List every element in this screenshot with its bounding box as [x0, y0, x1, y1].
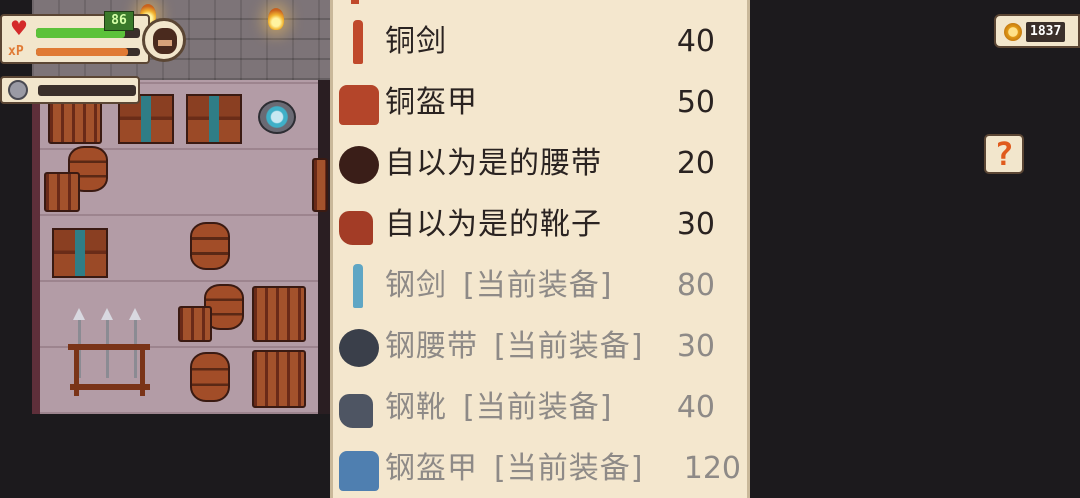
item-price: 40 — [676, 390, 715, 425]
item-price: 30 — [676, 329, 715, 364]
coin-icon — [1004, 23, 1022, 41]
stamina-panel — [0, 76, 140, 104]
steel-belt-icon — [339, 329, 379, 367]
steel-sword-icon — [353, 264, 363, 308]
coin-counter: 1837 — [994, 14, 1080, 48]
item-price: 40 — [676, 24, 715, 59]
chest — [186, 94, 242, 144]
item-name: 钢剑 [当前装备] — [385, 266, 612, 306]
item-name: 自以为是的腰带 — [385, 144, 602, 184]
item-name-text: 铜盔甲 — [385, 85, 478, 120]
right-wall — [318, 80, 330, 414]
item-price: 20 — [676, 146, 715, 181]
item-name: 钢腰带 [当前装备] — [385, 327, 643, 367]
list-top-cutoff — [351, 0, 359, 4]
item-name-text: 铜剑 — [385, 24, 447, 59]
stamina-bar — [38, 85, 136, 96]
item-name: 自以为是的靴子 — [385, 205, 602, 245]
xp-label: xP — [8, 44, 24, 59]
barrel — [190, 222, 230, 270]
equipped-tag: [当前装备] — [494, 451, 644, 486]
shop-item-list[interactable]: 铜剑 40 铜盔甲 50 自以为是的腰带 20 自以为是的靴子 30 钢剑 [当前装备] 80 钢腰带… — [330, 0, 750, 498]
steel-armor-icon — [339, 451, 379, 491]
crate — [44, 172, 80, 212]
copper-armor-icon — [339, 85, 379, 125]
help-button[interactable]: ? — [984, 134, 1024, 174]
item-name: 铜剑 — [385, 22, 447, 62]
shop-row[interactable]: 钢剑 [当前装备] 80 — [333, 258, 747, 316]
coin-count: 1837 — [1026, 22, 1066, 42]
left-wall — [32, 80, 40, 414]
steel-boots-icon — [339, 394, 373, 428]
item-name: 铜盔甲 — [385, 83, 478, 123]
game-scene[interactable]: ♥ xP 86 — [0, 0, 330, 498]
torch-icon — [268, 8, 284, 30]
shop-row[interactable]: 自以为是的腰带 20 — [333, 136, 747, 194]
shop-row[interactable]: 钢腰带 [当前装备] 30 — [333, 319, 747, 377]
barrel — [190, 352, 230, 402]
hp-value: 86 — [104, 11, 134, 31]
hero-face-icon — [153, 28, 177, 54]
item-price: 120 — [683, 451, 741, 486]
item-name-text: 钢腰带 — [385, 329, 478, 364]
shop-row[interactable]: 钢靴 [当前装备] 40 — [333, 380, 747, 438]
crate — [252, 350, 306, 408]
item-price: 80 — [676, 268, 715, 303]
equipped-tag: [当前装备] — [463, 268, 613, 303]
item-name: 钢靴 [当前装备] — [385, 388, 612, 428]
belt-icon — [339, 146, 379, 184]
stamina-icon — [8, 80, 28, 100]
boots-icon — [339, 211, 373, 245]
copper-sword-icon — [353, 20, 363, 64]
item-name-text: 钢盔甲 — [385, 451, 478, 486]
item-price: 30 — [676, 207, 715, 242]
item-name-text: 自以为是的靴子 — [385, 207, 602, 242]
item-name-text: 自以为是的腰带 — [385, 146, 602, 181]
equipped-tag: [当前装备] — [463, 390, 613, 425]
equipped-tag: [当前装备] — [494, 329, 644, 364]
crate — [178, 306, 212, 342]
avatar[interactable] — [142, 18, 186, 62]
heart-icon: ♥ — [10, 16, 28, 40]
crate — [252, 286, 306, 342]
shop-row[interactable]: 铜剑 40 — [333, 14, 747, 72]
item-name-text: 钢靴 — [385, 390, 447, 425]
shop-row[interactable]: 钢盔甲 [当前装备] 120 — [333, 441, 747, 498]
chest — [52, 228, 108, 278]
item-name: 钢盔甲 [当前装备] — [385, 449, 643, 489]
item-name-text: 钢剑 — [385, 268, 447, 303]
xp-bar — [36, 48, 140, 56]
shop-row[interactable]: 自以为是的靴子 30 — [333, 197, 747, 255]
crate — [312, 158, 328, 212]
item-price: 50 — [676, 85, 715, 120]
water-basin — [258, 100, 296, 134]
xp-bar-fill — [36, 48, 128, 56]
shop-row[interactable]: 铜盔甲 50 — [333, 75, 747, 133]
